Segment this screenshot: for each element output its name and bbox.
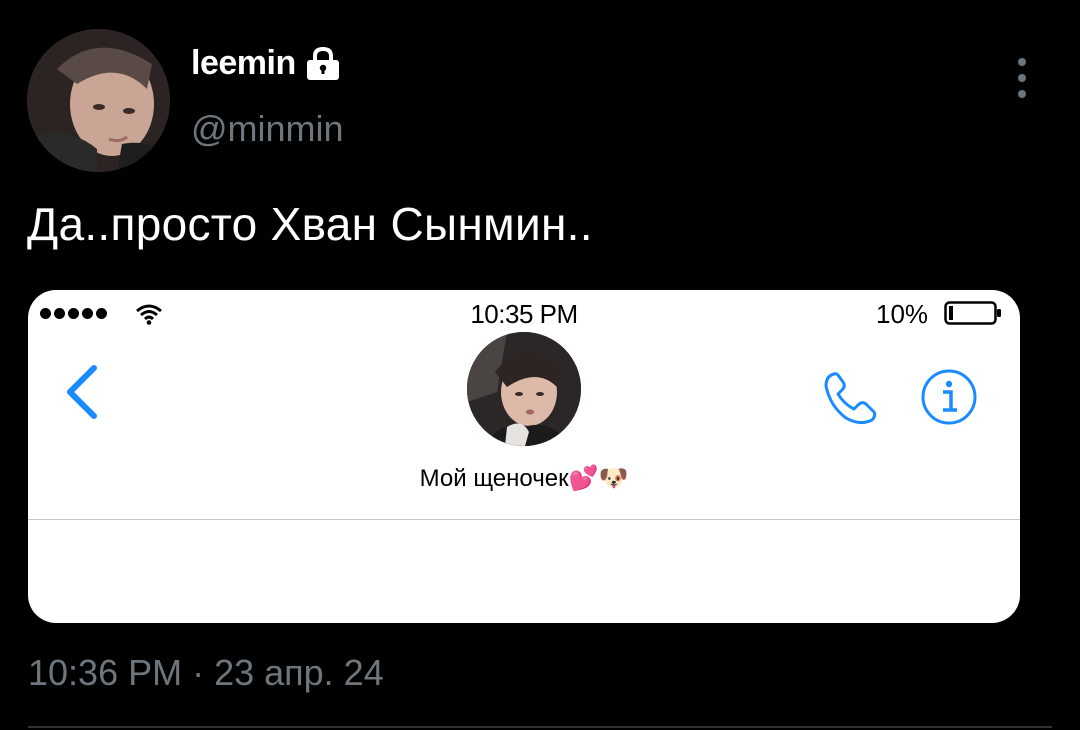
user-handle[interactable]: @minmin <box>191 108 344 150</box>
info-icon[interactable] <box>919 367 979 427</box>
contact-name: Мой щеночек💕🐶 <box>28 464 1020 493</box>
heart-puppy-emoji-icon: 💕🐶 <box>568 465 629 492</box>
tweet-timestamp[interactable]: 10:36 PM · 23 апр. 24 <box>28 652 384 694</box>
back-chevron-icon[interactable] <box>62 362 102 422</box>
phone-status-bar: 10:35 PM 10% <box>28 290 1020 336</box>
more-options-button[interactable] <box>1006 58 1038 98</box>
user-avatar[interactable] <box>27 29 170 172</box>
status-time: 10:35 PM <box>470 299 578 329</box>
more-dot-icon <box>1018 90 1026 98</box>
lock-icon <box>306 46 339 80</box>
display-name-text: leemin <box>191 44 296 82</box>
attached-image[interactable]: 10:35 PM 10% Мой щеночек💕🐶 <box>28 290 1020 623</box>
tweet: leemin @minmin Да..просто Хван Сынмин.. … <box>0 0 1080 730</box>
more-dot-icon <box>1018 74 1026 82</box>
contact-avatar[interactable] <box>467 332 581 446</box>
divider <box>28 726 1052 728</box>
tweet-time: 10:36 PM <box>28 652 183 693</box>
battery-icon <box>944 301 1001 325</box>
battery-percent: 10% <box>876 299 929 329</box>
display-name[interactable]: leemin <box>191 44 342 83</box>
timestamp-separator: · <box>192 652 205 693</box>
phone-icon[interactable] <box>820 368 882 430</box>
tweet-date: 23 апр. 24 <box>214 652 384 693</box>
contact-name-text: Мой щеночек <box>419 465 569 492</box>
more-dot-icon <box>1018 58 1026 66</box>
tweet-text: Да..просто Хван Сынмин.. <box>27 198 593 250</box>
header-divider <box>28 519 1020 520</box>
